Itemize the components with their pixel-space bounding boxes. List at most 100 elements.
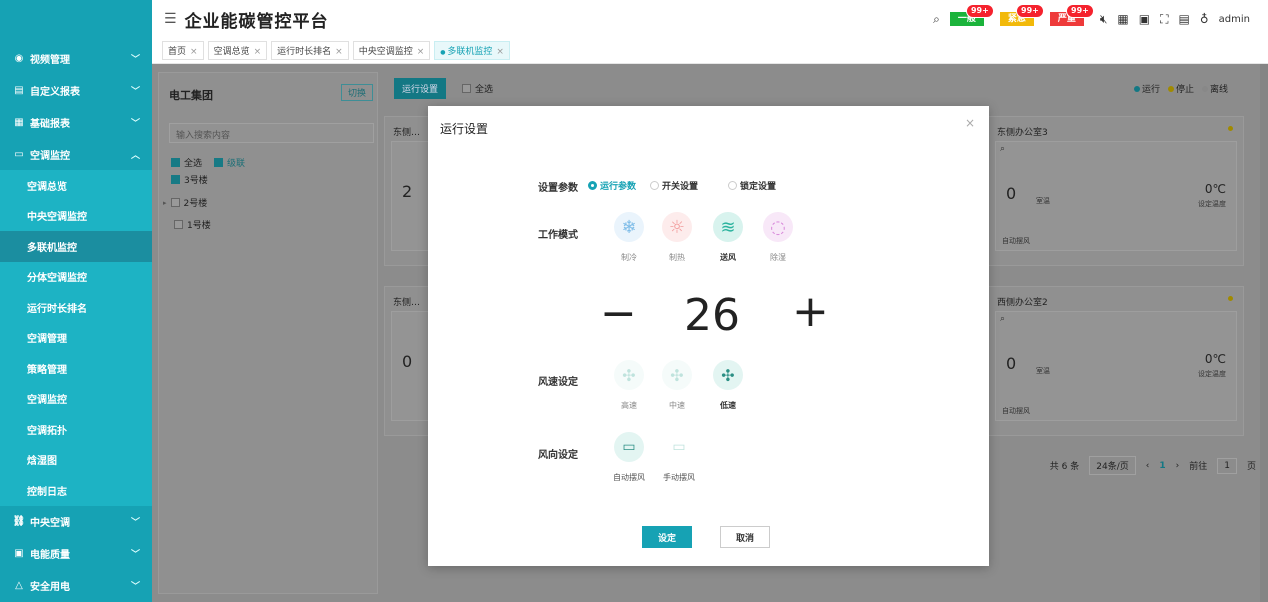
search-input[interactable]: 输入搜索内容 xyxy=(169,123,374,143)
sidebar-subitem[interactable]: 多联机监控 xyxy=(0,231,152,262)
sidebar-subitem[interactable]: 中央空调监控 xyxy=(0,200,152,231)
checkbox-icon[interactable] xyxy=(214,158,224,167)
sidebar-subitem[interactable]: 空调拓扑 xyxy=(0,414,152,445)
search-icon[interactable]: ⌕ xyxy=(933,12,940,27)
target-temperature: 26 xyxy=(684,290,740,341)
alarm-badge[interactable]: 一般 99+ xyxy=(949,4,994,26)
ac-unit-icon[interactable]: ▭ xyxy=(664,432,694,462)
dialog-title: 运行设置 xyxy=(440,122,489,136)
camera-icon: ◉ xyxy=(14,52,24,64)
status-dot xyxy=(1228,296,1233,301)
caret-right-icon[interactable]: ▸ xyxy=(163,199,167,207)
wind-icon[interactable]: ≋ xyxy=(713,212,743,242)
alarm-badge[interactable]: 紧急 99+ xyxy=(999,4,1044,26)
page-size-select[interactable]: 24条/页 xyxy=(1089,456,1136,475)
scrollbar[interactable] xyxy=(1260,64,1268,602)
mute-icon[interactable]: 🔇︎ xyxy=(1100,12,1108,27)
decrease-temp-button[interactable]: − xyxy=(600,288,637,339)
sidebar-subitem[interactable]: 焓湿图 xyxy=(0,444,152,475)
logo-area xyxy=(0,0,152,42)
sidebar-subitem[interactable]: 空调总览 xyxy=(0,170,152,201)
tree-select-all[interactable]: 全选 级联 xyxy=(171,156,245,169)
fan-icon[interactable]: ✣ xyxy=(614,360,644,390)
theme-icon[interactable]: ♁ xyxy=(1200,12,1209,26)
sidebar-group[interactable]: △ 安全用电 ﹀ xyxy=(0,570,152,602)
chevron-down-icon: ﹀ xyxy=(130,118,140,129)
next-page-icon[interactable]: › xyxy=(1176,461,1180,471)
sidebar-group[interactable]: ▭ 空调监控 ︿ xyxy=(0,138,152,170)
report-icon: ▤ xyxy=(14,84,24,96)
tab-item[interactable]: 运行时长排名 × xyxy=(271,41,349,60)
sun-icon[interactable]: ☼ xyxy=(662,212,692,242)
user-name[interactable]: admin xyxy=(1219,14,1250,25)
param-radio[interactable]: 锁定设置 xyxy=(728,179,776,192)
confirm-button[interactable]: 设定 xyxy=(642,526,692,548)
status-dot xyxy=(1133,86,1140,92)
select-all-cards[interactable]: 全选 xyxy=(462,82,493,95)
close-tab-icon[interactable]: × xyxy=(190,47,198,57)
sidebar-group[interactable]: ▤ 自定义报表 ﹀ xyxy=(0,74,152,106)
fan-icon[interactable]: ✣ xyxy=(662,360,692,390)
magnifier-icon[interactable]: ⌕ xyxy=(1000,314,1005,324)
fan-icon[interactable]: ✣ xyxy=(713,360,743,390)
menu-toggle-icon[interactable]: ☰ xyxy=(164,11,177,27)
chevron-down-icon: ﹀ xyxy=(130,54,140,65)
alarm-badge[interactable]: 严重 99+ xyxy=(1049,4,1094,26)
sidebar-subitem[interactable]: 空调管理 xyxy=(0,322,152,353)
droplet-icon[interactable]: ◌ xyxy=(763,212,793,242)
grid-icon[interactable]: ▦ xyxy=(1117,12,1128,26)
radio-icon[interactable] xyxy=(650,181,659,190)
tree-item[interactable]: ▸ 2号楼 xyxy=(163,196,207,209)
radio-icon[interactable] xyxy=(588,181,597,190)
close-tab-icon[interactable]: × xyxy=(335,47,343,57)
sidebar-group[interactable]: ⛓ 中央空调 ﹀ xyxy=(0,506,152,538)
close-tab-icon[interactable]: × xyxy=(417,47,425,57)
tab-item[interactable]: 空调总览 × xyxy=(207,41,268,60)
network-icon: ⛓ xyxy=(12,516,26,527)
screen-icon[interactable]: ▣ xyxy=(1139,12,1150,26)
run-settings-button[interactable]: 运行设置 xyxy=(394,78,447,99)
param-radio[interactable]: 运行参数 xyxy=(588,179,636,192)
safety-icon: △ xyxy=(15,580,23,591)
magnifier-icon[interactable]: ⌕ xyxy=(1000,144,1005,154)
sidebar-group[interactable]: ▣ 电能质量 ﹀ xyxy=(0,538,152,570)
tab-item[interactable]: 中央空调监控 × xyxy=(352,41,431,60)
meter-icon: ▣ xyxy=(14,548,24,559)
unit-card[interactable]: 西侧办公室2 ⌕ 0 室温 0℃ 设定温度 自动摆风 xyxy=(988,286,1244,436)
sidebar-subitem[interactable]: 空调监控 xyxy=(0,383,152,414)
tab-item[interactable]: ● 多联机监控 × xyxy=(434,41,510,60)
translate-icon[interactable]: ▤ xyxy=(1179,12,1190,26)
close-icon[interactable]: × xyxy=(965,116,975,130)
app-title: 企业能碳管控平台 xyxy=(184,11,329,32)
sidebar-subitem[interactable]: 控制日志 xyxy=(0,475,152,506)
current-page[interactable]: 1 xyxy=(1159,461,1165,471)
switch-button[interactable]: 切换 xyxy=(341,84,374,101)
param-radio[interactable]: 开关设置 xyxy=(650,179,698,192)
goto-page-input[interactable]: 1 xyxy=(1217,457,1237,474)
sidebar-subitem[interactable]: 运行时长排名 xyxy=(0,292,152,323)
snowflake-icon[interactable]: ❄ xyxy=(614,212,644,242)
fullscreen-icon[interactable]: ⛶ xyxy=(1160,12,1168,27)
sidebar-group[interactable]: ▦ 基础报表 ﹀ xyxy=(0,106,152,138)
sidebar-subitem[interactable]: 分体空调监控 xyxy=(0,261,152,292)
checkbox-icon[interactable] xyxy=(171,158,180,167)
prev-page-icon[interactable]: ‹ xyxy=(1146,461,1150,471)
checkbox-icon[interactable] xyxy=(174,220,183,229)
status-dot xyxy=(1167,86,1174,92)
unit-card-body: ⌕ 0 室温 0℃ 设定温度 自动摆风 xyxy=(995,141,1237,251)
cancel-button[interactable]: 取消 xyxy=(720,526,770,548)
radio-icon[interactable] xyxy=(728,181,737,190)
tree-item[interactable]: 3号楼 xyxy=(171,173,208,186)
checkbox-icon[interactable] xyxy=(171,175,180,184)
checkbox-icon[interactable] xyxy=(462,84,471,93)
sidebar-subitem[interactable]: 策略管理 xyxy=(0,353,152,384)
tree-item[interactable]: 1号楼 xyxy=(174,218,211,231)
close-tab-icon[interactable]: × xyxy=(254,47,262,57)
sidebar-group[interactable]: ◉ 视频管理 ﹀ xyxy=(0,42,152,74)
checkbox-icon[interactable] xyxy=(170,198,180,207)
close-tab-icon[interactable]: × xyxy=(496,47,504,57)
ac-unit-icon[interactable]: ▭ xyxy=(614,432,644,462)
tab-item[interactable]: 首页 × xyxy=(162,41,204,60)
unit-card[interactable]: 东侧办公室3 ⌕ 0 室温 0℃ 设定温度 自动摆风 xyxy=(988,116,1244,266)
increase-temp-button[interactable]: + xyxy=(792,286,829,337)
